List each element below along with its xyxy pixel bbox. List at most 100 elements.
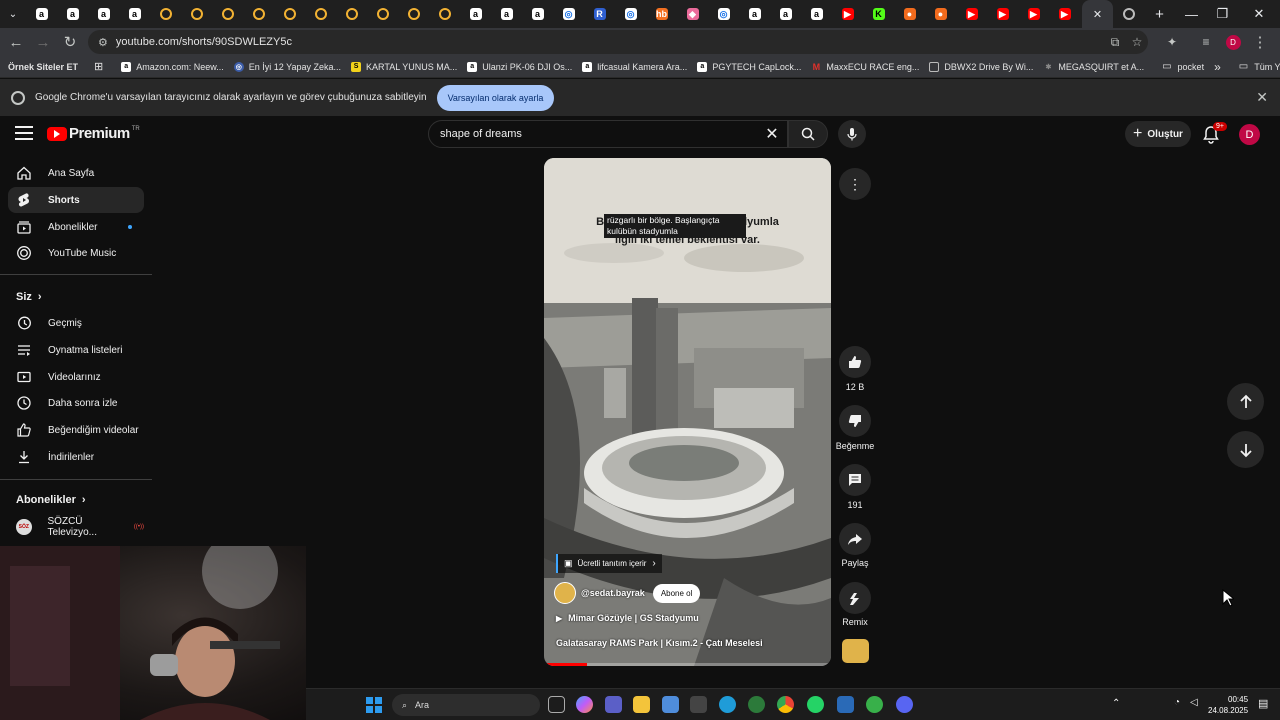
inactive-tab[interactable]: ◆	[677, 0, 708, 28]
chevron-up-icon[interactable]: ⌃	[1112, 698, 1120, 709]
discord-icon[interactable]	[896, 696, 913, 713]
whatsapp-icon[interactable]	[807, 696, 824, 713]
inactive-tab[interactable]: K	[863, 0, 894, 28]
inactive-tab[interactable]: a	[491, 0, 522, 28]
subscription-channel-sozcu[interactable]: SÖZ SÖZCÜ Televizyo... ((•))	[8, 514, 144, 540]
close-window-button[interactable]: ✕	[1238, 0, 1280, 28]
taskbar-clock[interactable]: 00:45 24.08.2025	[1208, 694, 1248, 716]
app-icon[interactable]	[748, 696, 765, 713]
back-button[interactable]: ←	[4, 30, 28, 54]
inactive-tab[interactable]: a	[26, 0, 57, 28]
inactive-tab[interactable]	[336, 0, 367, 28]
profile-button[interactable]: D	[1221, 30, 1245, 54]
inactive-tab[interactable]	[150, 0, 181, 28]
inactive-tab[interactable]: R	[584, 0, 615, 28]
inactive-tab[interactable]	[212, 0, 243, 28]
minimize-button[interactable]: —	[1176, 0, 1207, 28]
bookmark-item[interactable]: a Amazon.com: Neew...	[116, 56, 229, 78]
more-bookmarks-button[interactable]: »	[1209, 56, 1226, 78]
task-view-icon[interactable]	[548, 696, 565, 713]
inactive-tab[interactable]: ▶	[987, 0, 1018, 28]
remix-button[interactable]	[839, 582, 871, 614]
bookmark-item[interactable]: M MaxxECU RACE eng...	[806, 56, 924, 78]
teams-icon[interactable]	[605, 696, 622, 713]
video-title[interactable]: Galatasaray RAMS Park | Kısım.2 - Çatı M…	[556, 638, 763, 648]
subscribe-button[interactable]: Abone ol	[652, 583, 701, 603]
inactive-tab[interactable]: ▶	[1049, 0, 1080, 28]
inactive-tab[interactable]	[181, 0, 212, 28]
inactive-tab[interactable]: a	[522, 0, 553, 28]
reload-button[interactable]: ↻	[58, 30, 82, 54]
playlist-link[interactable]: ▶ Mimar Gözüyle | GS Stadyumu	[556, 613, 699, 623]
bookmark-folder[interactable]: ▭ pocket	[1157, 56, 1209, 78]
xbox-icon[interactable]	[866, 696, 883, 713]
avatar[interactable]: D	[1239, 124, 1260, 145]
share-button[interactable]	[839, 523, 871, 555]
inactive-tab[interactable]: a	[88, 0, 119, 28]
sidebar-item-home[interactable]: Ana Sayfa	[8, 160, 144, 186]
dislike-button[interactable]	[839, 405, 871, 437]
bookmark-item[interactable]: a PGYTECH CapLock...	[692, 56, 806, 78]
inactive-tab[interactable]	[367, 0, 398, 28]
inactive-tab[interactable]: ◎	[615, 0, 646, 28]
inactive-tab[interactable]: ▶	[1018, 0, 1049, 28]
sidebar-item-playlists[interactable]: Oynatma listeleri	[8, 337, 144, 363]
more-options-button[interactable]: ⋮	[839, 168, 871, 200]
apps-button[interactable]: ⊞	[89, 56, 108, 78]
bookmark-item[interactable]: a lifcasual Kamera Ara...	[577, 56, 692, 78]
install-app-icon[interactable]: ⧉	[1104, 35, 1126, 50]
search-input[interactable]: shape of dreams ✕	[428, 120, 788, 148]
set-default-button[interactable]: Varsayılan olarak ayarla	[436, 84, 555, 111]
inactive-tab[interactable]: a	[739, 0, 770, 28]
inactive-tab[interactable]: a	[57, 0, 88, 28]
inactive-tab[interactable]: hb	[646, 0, 677, 28]
bookmark-item[interactable]: ◎ En İyi 12 Yapay Zeka...	[229, 56, 346, 78]
site-info-icon[interactable]: ⚙	[98, 36, 108, 49]
chrome-icon[interactable]	[777, 696, 794, 713]
next-short-button[interactable]	[1227, 431, 1264, 468]
network-icon[interactable]: ◔	[1174, 697, 1180, 708]
create-button[interactable]: + Oluştur	[1125, 121, 1191, 147]
store-icon[interactable]	[662, 696, 679, 713]
start-button[interactable]	[366, 697, 382, 713]
channel-name[interactable]: @sedat.bayrak	[581, 588, 645, 598]
forward-button[interactable]: →	[31, 30, 55, 54]
sidebar-item-music[interactable]: YouTube Music	[8, 240, 144, 266]
avatar[interactable]	[554, 582, 576, 604]
sidebar-item-watch-later[interactable]: Daha sonra izle	[8, 390, 144, 416]
inactive-tab[interactable]	[274, 0, 305, 28]
extensions-button[interactable]: ✦	[1160, 30, 1184, 54]
notification-icon[interactable]: ▤	[1258, 697, 1268, 710]
voice-search-button[interactable]	[838, 120, 866, 148]
inactive-tab[interactable]	[243, 0, 274, 28]
short-video-player[interactable]: Bu, rüzgarlı ve kalabalık stadyumla ilgi…	[544, 158, 831, 666]
sidebar-item-your-videos[interactable]: Videolarınız	[8, 364, 144, 390]
inactive-tab[interactable]: ▶	[956, 0, 987, 28]
bookmark-item[interactable]: DBWX2 Drive By Wi...	[924, 56, 1038, 78]
you-section-heading[interactable]: Siz ›	[16, 291, 42, 303]
app-icon[interactable]	[690, 696, 707, 713]
youtube-premium-logo[interactable]: Premium TR	[47, 125, 140, 142]
inactive-tab[interactable]: ●	[925, 0, 956, 28]
address-bar[interactable]: ⚙ youtube.com/shorts/90SDWLEZY5c ⧉ ☆	[88, 30, 1148, 54]
bookmark-item[interactable]: ✱ MEGASQUIRT et A...	[1038, 56, 1149, 78]
tab-search-button[interactable]: ⌄	[0, 0, 26, 28]
maximize-button[interactable]: ❐	[1207, 0, 1238, 28]
bookmark-star-icon[interactable]: ☆	[1126, 35, 1148, 49]
inactive-tab[interactable]	[429, 0, 460, 28]
active-tab[interactable]: ✕	[1082, 0, 1113, 28]
comments-button[interactable]	[839, 464, 871, 496]
taskbar-search[interactable]: ⌕ Ara	[392, 694, 540, 716]
hamburger-menu-icon[interactable]	[15, 126, 33, 140]
inactive-tab[interactable]: ◎	[708, 0, 739, 28]
sidebar-item-liked[interactable]: Beğendiğim videolar	[8, 417, 144, 443]
app-icon[interactable]	[837, 696, 854, 713]
chrome-menu-button[interactable]: ⋮	[1248, 30, 1272, 54]
inactive-tab[interactable]: a	[801, 0, 832, 28]
inactive-tab[interactable]: ●	[894, 0, 925, 28]
sidebar-item-downloads[interactable]: İndirilenler	[8, 444, 144, 470]
inactive-tab[interactable]	[398, 0, 429, 28]
close-icon[interactable]: ✕	[1093, 8, 1102, 21]
bookmark-item[interactable]: Örnek Siteler ET	[0, 56, 83, 78]
like-button[interactable]	[839, 346, 871, 378]
